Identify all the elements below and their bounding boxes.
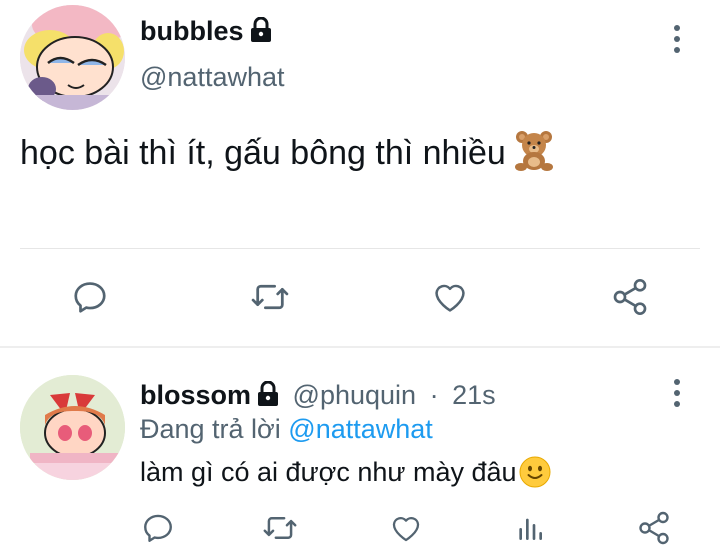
avatar[interactable] [20, 375, 125, 480]
reply-icon [144, 514, 172, 542]
bubbles-avatar [20, 5, 125, 110]
lock-icon [257, 380, 279, 414]
share-button[interactable] [608, 275, 652, 319]
more-options-icon[interactable] [672, 378, 682, 408]
author-handle[interactable]: @nattawhat [140, 62, 285, 93]
more-options-icon[interactable] [672, 24, 682, 54]
section-divider [0, 346, 720, 348]
replying-to: Đang trả lời @nattawhat [140, 414, 433, 445]
tweet-text: làm gì có ai được như mày đâu [140, 456, 551, 495]
replying-prefix: Đang trả lời [140, 414, 281, 444]
retweet-button[interactable] [258, 506, 302, 550]
analytics-icon [519, 518, 542, 540]
analytics-button[interactable] [508, 506, 552, 550]
author-name[interactable]: bubbles [140, 16, 272, 48]
like-icon [435, 284, 465, 312]
like-button[interactable] [384, 506, 428, 550]
mention-link[interactable]: @nattawhat [288, 414, 433, 444]
retweet-icon [263, 517, 297, 539]
reply-icon [74, 282, 106, 313]
slightly-smiling-face-icon [519, 456, 551, 495]
share-icon [639, 511, 669, 545]
reply-button[interactable] [68, 275, 112, 319]
like-icon [392, 517, 420, 542]
display-name[interactable]: bubbles [140, 16, 244, 46]
teddy-bear-icon [512, 128, 556, 181]
reply-button[interactable] [136, 506, 180, 550]
blossom-avatar [20, 375, 125, 480]
display-name[interactable]: blossom [140, 380, 251, 410]
separator: · [429, 380, 439, 410]
tweet-text: học bài thì ít, gấu bông thì nhiều [20, 128, 556, 181]
author-handle[interactable]: @phuquin [293, 380, 417, 410]
share-icon [613, 279, 647, 315]
retweet-button[interactable] [248, 275, 292, 319]
lock-icon [250, 16, 272, 48]
share-button[interactable] [632, 506, 676, 550]
divider [20, 248, 700, 249]
retweet-icon [251, 284, 289, 310]
reply-header: blossom @phuquin · 21s [140, 380, 496, 414]
like-button[interactable] [428, 275, 472, 319]
timestamp[interactable]: 21s [452, 380, 496, 410]
avatar[interactable] [20, 5, 125, 110]
tweet-body: làm gì có ai được như mày đâu [140, 457, 517, 487]
tweet-body: học bài thì ít, gấu bông thì nhiều [20, 134, 506, 172]
